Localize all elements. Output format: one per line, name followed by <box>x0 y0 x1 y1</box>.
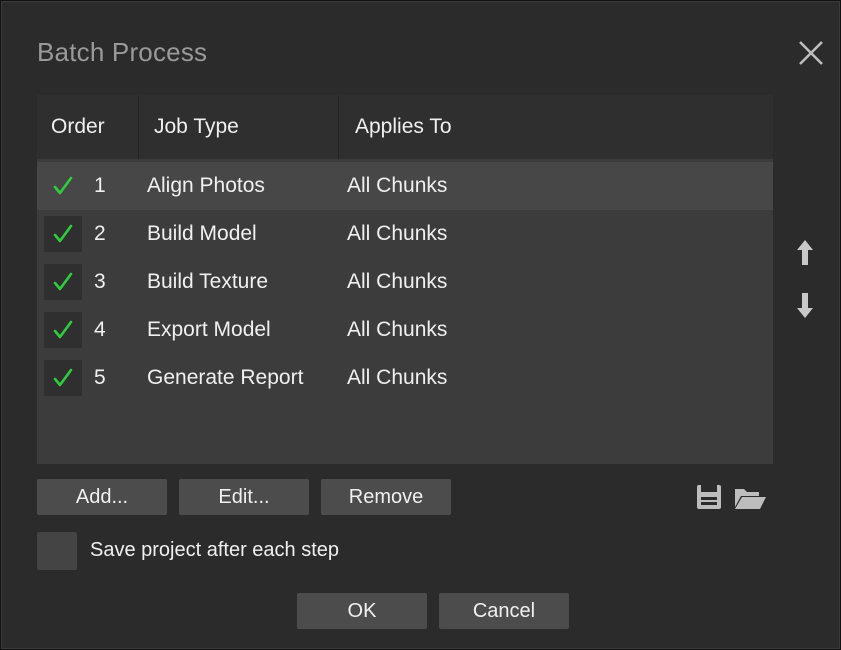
column-header-job-type[interactable]: Job Type <box>139 95 339 159</box>
table-row[interactable]: 4 Export Model All Chunks <box>37 306 773 354</box>
row-checkbox[interactable] <box>44 216 82 252</box>
row-checkbox[interactable] <box>44 168 82 204</box>
row-applies-to: All Chunks <box>347 222 448 245</box>
batch-process-dialog: Batch Process Order Job Type Applies To … <box>0 0 841 650</box>
row-job-type: Align Photos <box>147 174 265 197</box>
row-order: 2 <box>94 222 106 245</box>
row-order: 3 <box>94 270 106 293</box>
save-after-each-step-checkbox[interactable] <box>37 532 77 570</box>
save-after-each-step-label: Save project after each step <box>90 539 340 561</box>
edit-button[interactable]: Edit... <box>179 479 309 515</box>
close-button[interactable] <box>793 35 829 71</box>
row-checkbox[interactable] <box>44 360 82 396</box>
dialog-title: Batch Process <box>37 37 208 67</box>
row-applies-to: All Chunks <box>347 366 448 389</box>
check-icon <box>53 272 73 291</box>
arrow-up-icon <box>797 240 813 265</box>
row-applies-to: All Chunks <box>347 270 448 293</box>
row-checkbox[interactable] <box>44 264 82 300</box>
check-icon <box>53 224 73 243</box>
table-header: Order Job Type Applies To <box>37 95 773 159</box>
remove-button[interactable]: Remove <box>321 479 451 515</box>
row-job-type: Generate Report <box>147 366 304 389</box>
table-row[interactable]: 1 Align Photos All Chunks <box>37 162 773 210</box>
arrow-down-icon <box>797 293 813 318</box>
row-checkbox[interactable] <box>44 312 82 348</box>
row-job-type: Build Texture <box>147 270 269 293</box>
row-order: 1 <box>94 174 106 197</box>
close-icon <box>799 41 823 65</box>
save-jobs-button[interactable] <box>696 483 722 511</box>
check-icon <box>53 176 73 195</box>
open-jobs-button[interactable] <box>733 485 767 511</box>
column-header-applies-to[interactable]: Applies To <box>339 95 773 159</box>
table-row[interactable]: 2 Build Model All Chunks <box>37 210 773 258</box>
row-applies-to: All Chunks <box>347 174 448 197</box>
folder-open-icon <box>735 489 766 509</box>
column-header-order[interactable]: Order <box>37 95 139 159</box>
row-order: 4 <box>94 318 106 341</box>
table-row[interactable]: 5 Generate Report All Chunks <box>37 354 773 402</box>
add-button[interactable]: Add... <box>37 479 167 515</box>
move-down-button[interactable] <box>793 289 817 321</box>
check-icon <box>53 368 73 387</box>
cancel-button[interactable]: Cancel <box>439 593 569 629</box>
row-order: 5 <box>94 366 106 389</box>
row-job-type: Export Model <box>147 318 271 341</box>
table-row[interactable]: 3 Build Texture All Chunks <box>37 258 773 306</box>
jobs-table: Order Job Type Applies To 1 Align Photos… <box>37 95 773 464</box>
save-icon <box>697 485 721 509</box>
check-icon <box>53 320 73 339</box>
ok-button[interactable]: OK <box>297 593 427 629</box>
move-up-button[interactable] <box>793 237 817 269</box>
row-job-type: Build Model <box>147 222 257 245</box>
row-applies-to: All Chunks <box>347 318 448 341</box>
